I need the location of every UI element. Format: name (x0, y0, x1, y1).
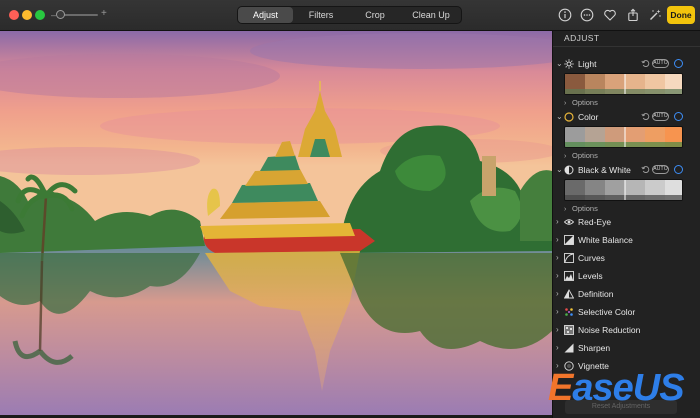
undo-icon[interactable] (641, 59, 650, 68)
tool-noise-reduction[interactable]: › Noise Reduction (553, 321, 700, 339)
enable-toggle[interactable] (674, 165, 683, 174)
chevron-down-icon[interactable]: ⌄ (556, 112, 563, 122)
light-preview-strip[interactable] (564, 73, 683, 95)
tool-sharpen[interactable]: › Sharpen (553, 339, 700, 357)
tool-red-eye[interactable]: › Red-Eye (553, 213, 700, 231)
noise-icon (564, 325, 574, 335)
color-options-label: Options (572, 151, 598, 160)
minimize-window-button[interactable] (22, 10, 32, 20)
section-black-white[interactable]: ⌄ Black & White AUTO (553, 163, 700, 177)
title-bar: – + Adjust Filters Crop Clean Up Done (0, 0, 700, 31)
undo-icon[interactable] (641, 165, 650, 174)
white-balance-icon (564, 235, 574, 245)
tool-noise-reduction-label: Noise Reduction (578, 325, 641, 335)
auto-button[interactable]: AUTO (652, 59, 669, 68)
section-color-label: Color (578, 112, 599, 122)
sharpen-icon (564, 343, 574, 353)
enable-toggle[interactable] (674, 59, 683, 68)
easeus-watermark-logo: EaseUS (540, 366, 696, 414)
section-light[interactable]: ⌄ Light AUTO (553, 57, 700, 71)
auto-button[interactable]: AUTO (652, 165, 669, 174)
chevron-right-icon: › (556, 271, 559, 280)
edit-mode-tabs: Adjust Filters Crop Clean Up (237, 6, 462, 24)
adjust-sidebar: ADJUST ⌄ Light AUTO › Options ⌄ Color AUT… (552, 31, 700, 418)
color-circle-icon (564, 112, 574, 122)
share-icon[interactable] (626, 8, 640, 22)
color-options[interactable]: › Options (564, 151, 598, 161)
zoom-slider-handle[interactable] (56, 10, 65, 19)
tool-white-balance-label: White Balance (578, 235, 633, 245)
sun-icon (564, 59, 574, 69)
tab-clean-up[interactable]: Clean Up (401, 7, 461, 23)
chevron-right-icon: › (556, 325, 559, 334)
undo-icon[interactable] (641, 112, 650, 121)
chevron-right-icon: › (564, 100, 567, 107)
black-white-preview-strip[interactable] (564, 179, 683, 201)
more-icon[interactable] (580, 8, 594, 22)
tool-sharpen-label: Sharpen (578, 343, 611, 353)
sidebar-title: ADJUST (564, 33, 600, 43)
section-black-white-label: Black & White (578, 165, 631, 175)
magic-wand-icon[interactable] (648, 8, 662, 22)
curves-icon (564, 253, 574, 263)
chevron-right-icon: › (564, 153, 567, 160)
light-options[interactable]: › Options (564, 98, 598, 108)
tool-curves-label: Curves (578, 253, 605, 263)
chevron-right-icon: › (556, 307, 559, 316)
black-white-options-label: Options (572, 204, 598, 213)
zoom-in-icon: + (101, 8, 107, 19)
tool-levels-label: Levels (578, 271, 603, 281)
watermark-text: EaseUS (548, 367, 685, 409)
triangle-icon (564, 289, 574, 299)
section-light-label: Light (578, 59, 597, 69)
color-preview-strip[interactable] (564, 126, 683, 148)
chevron-right-icon: › (556, 289, 559, 298)
light-options-label: Options (572, 98, 598, 107)
tool-definition-label: Definition (578, 289, 614, 299)
chevron-right-icon: › (556, 343, 559, 352)
tab-adjust[interactable]: Adjust (238, 7, 293, 23)
chevron-right-icon: › (556, 253, 559, 262)
divider (553, 46, 700, 47)
tab-crop[interactable]: Crop (349, 7, 401, 23)
done-button[interactable]: Done (667, 6, 695, 24)
eye-icon (564, 217, 574, 227)
fullscreen-window-button[interactable] (35, 10, 45, 20)
tool-definition[interactable]: › Definition (553, 285, 700, 303)
half-circle-icon (564, 165, 574, 175)
dots-icon (564, 307, 574, 317)
tool-selective-color-label: Selective Color (578, 307, 636, 317)
close-window-button[interactable] (9, 10, 19, 20)
levels-icon (564, 271, 574, 281)
heart-icon[interactable] (603, 8, 617, 22)
chevron-right-icon: › (556, 235, 559, 244)
tool-red-eye-label: Red-Eye (578, 217, 612, 227)
chevron-down-icon[interactable]: ⌄ (556, 59, 563, 69)
auto-button[interactable]: AUTO (652, 112, 669, 121)
tool-selective-color[interactable]: › Selective Color (553, 303, 700, 321)
info-icon[interactable] (558, 8, 572, 22)
tool-levels[interactable]: › Levels (553, 267, 700, 285)
section-color[interactable]: ⌄ Color AUTO (553, 110, 700, 124)
photo-canvas[interactable] (0, 31, 552, 415)
enable-toggle[interactable] (674, 112, 683, 121)
tool-white-balance[interactable]: › White Balance (553, 231, 700, 249)
chevron-right-icon: › (556, 217, 559, 226)
tab-filters[interactable]: Filters (293, 7, 349, 23)
tool-curves[interactable]: › Curves (553, 249, 700, 267)
chevron-down-icon[interactable]: ⌄ (556, 165, 563, 175)
